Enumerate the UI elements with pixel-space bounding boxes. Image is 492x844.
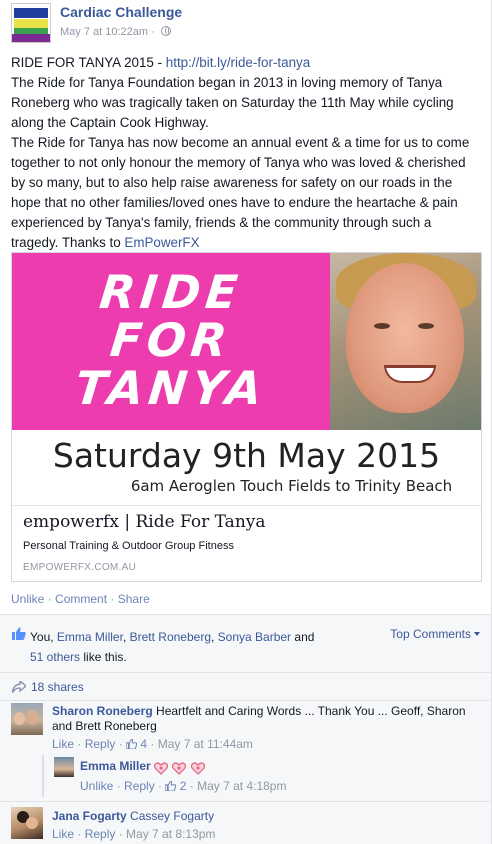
link-info[interactable]: empowerfx | Ride For Tanya Personal Trai…	[12, 505, 481, 581]
post-header: Cardiac Challenge May 7 at 10:22am ·	[11, 3, 481, 43]
top-comments-label: Top Comments	[390, 627, 471, 641]
comment-timestamp[interactable]: May 7 at 11:44am	[158, 737, 253, 751]
banner-text-line-2: FOR	[107, 313, 235, 367]
reply-body: Emma Miller Unlike · Reply · 2 · May 7 a…	[80, 759, 470, 794]
post-actions: Unlike · Comment · Share	[11, 592, 150, 606]
event-place: 6am Aeroglen Touch Fields to Trinity Bea…	[130, 477, 453, 495]
link-description: Personal Training & Outdoor Group Fitnes…	[23, 540, 234, 552]
feedback-section: You, Emma Miller, Brett Roneberg, Sonya …	[0, 614, 491, 844]
globe-icon	[160, 26, 171, 36]
replier-name[interactable]: Emma Miller	[80, 759, 151, 773]
likes-you: You,	[30, 630, 57, 644]
page-avatar[interactable]	[11, 3, 51, 43]
event-date: Saturday 9th May 2015	[52, 436, 441, 475]
link-title[interactable]: empowerfx | Ride For Tanya	[23, 512, 266, 532]
comment-item: Sharon Roneberg Heartfelt and Caring Wor…	[0, 701, 491, 755]
heart-icon	[172, 762, 187, 776]
replier-avatar[interactable]	[54, 757, 74, 777]
comment-body: Sharon Roneberg Heartfelt and Caring Wor…	[52, 704, 472, 752]
comment-actions: Like · Reply · 4 · May 7 at 11:44am	[52, 737, 253, 751]
empowerfx-link[interactable]: EmPowerFX	[124, 235, 199, 250]
thumbs-up-icon	[12, 627, 26, 640]
heart-icon	[190, 762, 205, 776]
commenter-avatar[interactable]	[11, 703, 43, 735]
liker-brett-roneberg[interactable]: Brett Roneberg	[130, 630, 211, 644]
tanya-photo	[330, 253, 481, 430]
link-preview-image[interactable]: RIDE FOR TANYA Saturday 9th May 2015 6am…	[12, 253, 481, 505]
comment-like-button[interactable]: Like	[52, 737, 74, 751]
shared-link-card[interactable]: RIDE FOR TANYA Saturday 9th May 2015 6am…	[11, 252, 482, 582]
reply-hearts	[154, 761, 206, 776]
tagged-user-link[interactable]: Cassey Fogarty	[130, 809, 214, 823]
ride-for-tanya-banner: RIDE FOR TANYA	[12, 253, 330, 430]
reply-thread: Emma Miller Unlike · Reply · 2 · May 7 a…	[42, 755, 482, 797]
likes-suffix: like this.	[80, 650, 127, 664]
commenter-name[interactable]: Sharon Roneberg	[52, 704, 153, 718]
post-timestamp[interactable]: May 7 at 10:22am	[60, 26, 148, 38]
post-paragraph-2: The Ride for Tanya has now become an ann…	[11, 135, 470, 250]
page-name-link[interactable]: Cardiac Challenge	[60, 4, 182, 20]
top-comments-dropdown[interactable]: Top Comments	[390, 627, 480, 641]
post-url-link[interactable]: http://bit.ly/ride-for-tanya	[166, 55, 310, 70]
reply-reply-button[interactable]: Reply	[124, 779, 155, 793]
facebook-post: Cardiac Challenge May 7 at 10:22am · RID…	[0, 0, 492, 844]
action-separator: ·	[47, 592, 52, 606]
comment-body: Jana Fogarty Cassey Fogarty Like · Reply…	[52, 809, 472, 842]
likes-row: You, Emma Miller, Brett Roneberg, Sonya …	[0, 615, 491, 673]
liker-emma-miller[interactable]: Emma Miller	[57, 630, 123, 644]
likes-comma: ,	[211, 630, 218, 644]
shares-link[interactable]: 18 shares	[31, 680, 84, 694]
heart-icon	[154, 762, 169, 776]
reply-actions: Unlike · Reply · 2 · May 7 at 4:18pm	[80, 779, 287, 793]
comment-divider	[0, 801, 491, 802]
thumbs-up-icon	[165, 781, 177, 791]
likes-comma: ,	[122, 630, 130, 644]
commenter-avatar[interactable]	[11, 807, 43, 839]
likes-and: and	[291, 630, 315, 644]
reply-timestamp[interactable]: May 7 at 4:18pm	[197, 779, 286, 793]
thumbs-up-icon	[126, 739, 138, 749]
comment-actions: Like · Reply · May 7 at 8:13pm	[52, 827, 216, 841]
meta-separator: ·	[151, 26, 155, 38]
comment-item: Jana Fogarty Cassey Fogarty Like · Reply…	[0, 805, 491, 844]
others-link[interactable]: 51 others	[30, 650, 80, 664]
reply-like-count[interactable]: 2	[180, 779, 187, 793]
liker-sonya-barber[interactable]: Sonya Barber	[218, 630, 291, 644]
share-button[interactable]: Share	[118, 592, 150, 606]
banner-text-line-1: RIDE	[97, 265, 245, 319]
commenter-name[interactable]: Jana Fogarty	[52, 809, 127, 823]
comment-like-count[interactable]: 4	[140, 737, 147, 751]
likes-summary: You, Emma Miller, Brett Roneberg, Sonya …	[30, 627, 330, 667]
share-icon	[12, 681, 26, 693]
post-meta: May 7 at 10:22am ·	[60, 26, 171, 38]
chevron-down-icon	[474, 632, 480, 636]
comment-button[interactable]: Comment	[55, 592, 107, 606]
link-domain: EMPOWERFX.COM.AU	[23, 562, 137, 573]
shares-row: 18 shares	[0, 673, 491, 701]
banner-text-line-3: TANYA	[72, 361, 270, 415]
unlike-button[interactable]: Unlike	[11, 592, 44, 606]
comment-timestamp[interactable]: May 7 at 8:13pm	[126, 827, 215, 841]
comment-reply-button[interactable]: Reply	[85, 827, 116, 841]
post-paragraph-1: The Ride for Tanya Foundation began in 2…	[11, 75, 454, 130]
action-separator: ·	[110, 592, 115, 606]
post-text: RIDE FOR TANYA 2015 - http://bit.ly/ride…	[11, 53, 481, 253]
post-text-prefix: RIDE FOR TANYA 2015 -	[11, 55, 166, 70]
comment-like-button[interactable]: Like	[52, 827, 74, 841]
reply-unlike-button[interactable]: Unlike	[80, 779, 113, 793]
comment-reply-button[interactable]: Reply	[85, 737, 116, 751]
